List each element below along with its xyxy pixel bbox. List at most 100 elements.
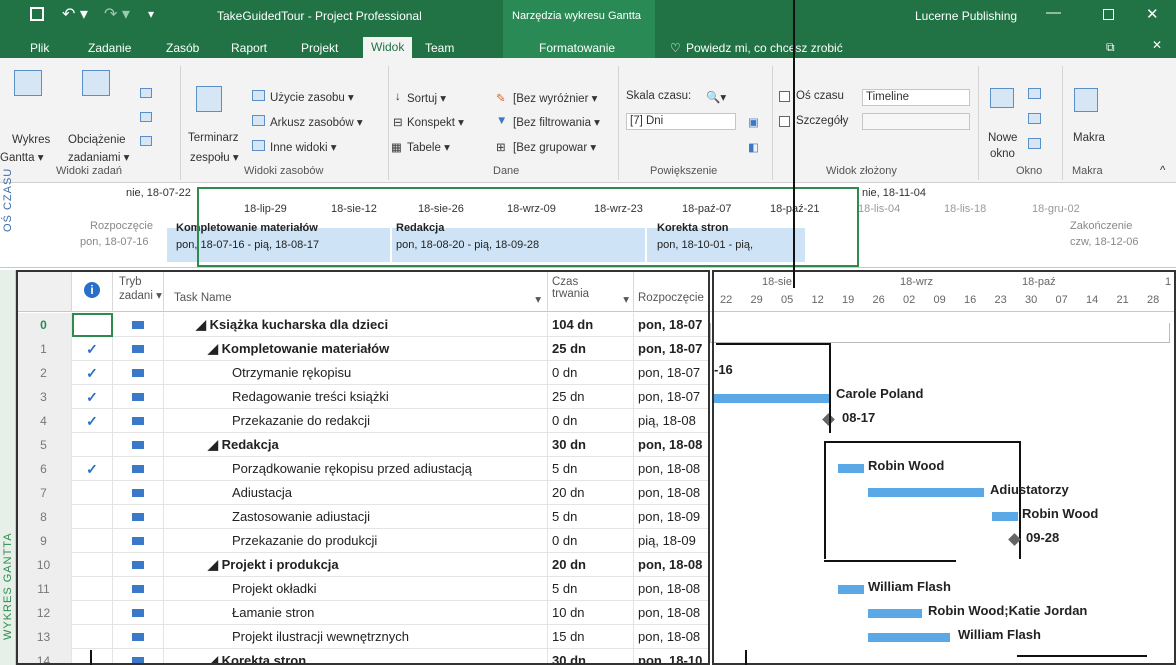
row-id[interactable]: 5 <box>16 433 72 457</box>
task-name-cell[interactable]: Porządkowanie rękopisu przed adiustacją <box>164 457 548 481</box>
details-checkbox[interactable] <box>779 116 790 127</box>
gantt-bar[interactable] <box>868 609 922 618</box>
task-name-cell[interactable]: Projekt ilustracji wewnętrznych <box>164 625 548 649</box>
tell-me-input[interactable]: Powiedz mi, co chcesz zrobić <box>686 38 843 58</box>
table-row[interactable]: 1 ✓ ◢ Kompletowanie materiałów 25 dn pon, 18… <box>16 337 710 361</box>
indicator-cell[interactable] <box>72 313 113 337</box>
duration-cell[interactable]: 0 dn <box>548 529 634 553</box>
tables-icon[interactable]: ▦ <box>391 140 402 154</box>
row-id[interactable]: 14 <box>16 649 72 665</box>
task-name-cell[interactable]: ◢ Projekt i produkcja <box>164 553 548 577</box>
indicator-cell[interactable]: ✓ <box>72 361 113 385</box>
table-row[interactable]: 14 ◢ Korekta stron 30 dn pon, 18-10 <box>16 649 710 665</box>
table-row[interactable]: 4 ✓ Przekazanie do redakcji 0 dn pią, 18-08 <box>16 409 710 433</box>
duration-cell[interactable]: 15 dn <box>548 625 634 649</box>
row-id[interactable]: 1 <box>16 337 72 361</box>
calendar-icon[interactable] <box>140 88 152 98</box>
macros-icon[interactable] <box>1074 88 1098 112</box>
new-window-label-2[interactable]: okno <box>990 148 1015 160</box>
task-mode-cell[interactable] <box>113 649 164 665</box>
row-id[interactable]: 12 <box>16 601 72 625</box>
task-usage-icon[interactable] <box>82 70 110 96</box>
other-views-res-icon[interactable] <box>252 140 265 151</box>
duration-cell[interactable]: 20 dn <box>548 553 634 577</box>
tab-view[interactable]: Widok <box>363 37 413 58</box>
new-window-icon[interactable] <box>990 88 1014 108</box>
row-id[interactable]: 11 <box>16 577 72 601</box>
duration-cell[interactable]: 30 dn <box>548 433 634 457</box>
gantt-bar[interactable] <box>992 512 1018 521</box>
tables-button[interactable]: Tabele ▾ <box>407 140 450 154</box>
redo-icon[interactable]: ↷ ▾ <box>104 4 130 24</box>
team-label-2[interactable]: zespołu ▾ <box>190 150 239 164</box>
details-combo[interactable] <box>862 113 970 130</box>
task-name-cell[interactable]: ◢ Kompletowanie materiałów <box>164 337 548 361</box>
table-row[interactable]: 12 Łamanie stron 10 dn pon, 18-08 <box>16 601 710 625</box>
close-icon[interactable]: ✕ <box>1146 5 1159 23</box>
table-row[interactable]: 2 ✓ Otrzymanie rękopisu 0 dn pon, 18-07 <box>16 361 710 385</box>
row-id[interactable]: 0 <box>16 313 72 337</box>
sort-button[interactable]: Sortuj ▾ <box>407 91 446 105</box>
table-row[interactable]: 11 Projekt okładki 5 dn pon, 18-08 <box>16 577 710 601</box>
info-column-header[interactable]: i <box>72 270 113 312</box>
close-window-icon[interactable]: ✕ <box>1152 38 1162 52</box>
tab-report[interactable]: Raport <box>231 38 267 58</box>
table-row[interactable]: 13 Projekt ilustracji wewnętrznych 15 dn po… <box>16 625 710 649</box>
task-name-cell[interactable]: Adiustacja <box>164 481 548 505</box>
duration-cell[interactable]: 5 dn <box>548 505 634 529</box>
tab-team[interactable]: Team <box>425 38 454 58</box>
row-id[interactable]: 4 <box>16 409 72 433</box>
duration-cell[interactable]: 30 dn <box>548 649 634 665</box>
gantt-label-1[interactable]: Wykres <box>12 134 50 146</box>
gantt-label-2[interactable]: Gantta ▾ <box>0 150 44 164</box>
start-column-header[interactable]: Rozpoczęcie <box>634 270 710 312</box>
indicator-cell[interactable] <box>72 433 113 457</box>
team-planner-icon[interactable] <box>196 86 222 112</box>
row-id[interactable]: 10 <box>16 553 72 577</box>
table-row[interactable]: 3 ✓ Redagowanie treści książki 25 dn pon, 18… <box>16 385 710 409</box>
start-cell[interactable]: pon, 18-08 <box>634 601 710 625</box>
table-row[interactable]: 7 Adiustacja 20 dn pon, 18-08 <box>16 481 710 505</box>
indicator-cell[interactable]: ✓ <box>72 385 113 409</box>
task-name-cell[interactable]: Łamanie stron <box>164 601 548 625</box>
task-name-cell[interactable]: ◢ Redakcja <box>164 433 548 457</box>
restore-ribbon-icon[interactable]: ⧉ <box>1106 40 1115 55</box>
duration-cell[interactable]: 5 dn <box>548 577 634 601</box>
table-row[interactable]: 8 Zastosowanie adiustacji 5 dn pon, 18-09 <box>16 505 710 529</box>
outline-button[interactable]: Konspekt ▾ <box>407 115 464 129</box>
task-mode-cell[interactable] <box>113 553 164 577</box>
table-row[interactable]: 5 ◢ Redakcja 30 dn pon, 18-08 <box>16 433 710 457</box>
split-icon[interactable] <box>1028 113 1041 124</box>
task-mode-cell[interactable] <box>113 313 164 337</box>
maximize-icon[interactable] <box>1103 9 1114 20</box>
row-id[interactable]: 6 <box>16 457 72 481</box>
start-cell[interactable]: pon, 18-08 <box>634 433 710 457</box>
network-icon[interactable] <box>140 112 152 122</box>
indicator-cell[interactable]: ✓ <box>72 409 113 433</box>
select-all-cell[interactable] <box>16 270 72 312</box>
mode-column-header[interactable]: Tryb zadani ▾ <box>113 270 164 312</box>
duration-cell[interactable]: 104 dn <box>548 313 634 337</box>
indicator-cell[interactable] <box>72 577 113 601</box>
task-mode-cell[interactable] <box>113 337 164 361</box>
table-row[interactable]: 0 ◢ Książka kucharska dla dzieci 104 dn pon… <box>16 313 710 337</box>
tab-format[interactable]: Formatowanie <box>539 38 615 58</box>
name-column-header[interactable]: Task Name ▾ <box>164 270 548 312</box>
usage-label-1[interactable]: Obciążenie <box>68 134 126 146</box>
indicator-cell[interactable] <box>72 481 113 505</box>
indicator-cell[interactable] <box>72 553 113 577</box>
task-name-cell[interactable]: Projekt okładki <box>164 577 548 601</box>
gantt-bar[interactable] <box>838 464 864 473</box>
collapse-ribbon-icon[interactable]: ^ <box>1160 165 1165 177</box>
gantt-chart-icon[interactable] <box>14 70 42 96</box>
task-name-cell[interactable]: Przekazanie do redakcji <box>164 409 548 433</box>
filter-arrow-icon[interactable]: ▾ <box>623 292 629 306</box>
start-cell[interactable]: pią, 18-08 <box>634 409 710 433</box>
gantt-bar[interactable] <box>712 394 830 403</box>
task-mode-cell[interactable] <box>113 457 164 481</box>
minimize-icon[interactable]: — <box>1046 4 1061 21</box>
zoom-icon[interactable]: 🔍▾ <box>706 90 726 104</box>
start-cell[interactable]: pon, 18-07 <box>634 361 710 385</box>
indicator-cell[interactable] <box>72 649 113 665</box>
start-cell[interactable]: pon, 18-09 <box>634 505 710 529</box>
